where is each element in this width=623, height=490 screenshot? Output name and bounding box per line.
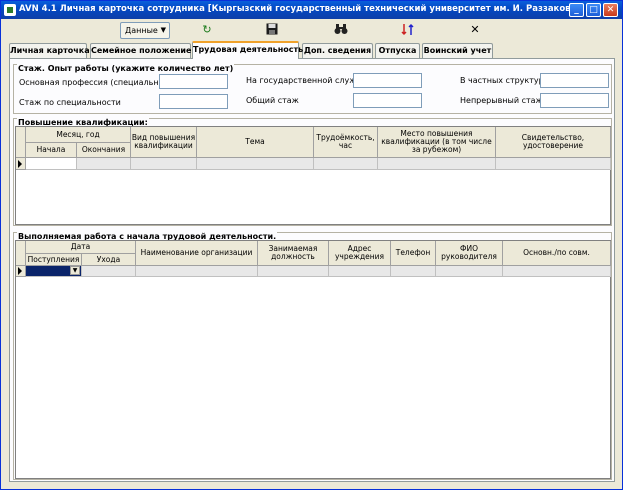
- continuous-experience-input[interactable]: [540, 93, 609, 108]
- grid-cell[interactable]: [82, 266, 136, 277]
- header-date: Дата: [26, 241, 136, 254]
- header-certificate[interactable]: Свидетельство, удостоверение: [496, 127, 611, 158]
- grid-cell[interactable]: [131, 158, 197, 170]
- grid-corner: [16, 241, 26, 266]
- application-window: AVN 4.1 Личная карточка сотрудника [Кырг…: [0, 0, 623, 490]
- state-service-input[interactable]: [353, 73, 422, 88]
- header-end[interactable]: Окончания: [77, 143, 131, 158]
- grid-cell[interactable]: [329, 266, 391, 277]
- header-month-year: Месяц, год: [26, 127, 131, 143]
- tab-personal-card[interactable]: Личная карточка: [9, 43, 90, 58]
- hire-date-combo[interactable]: ▼: [26, 266, 82, 277]
- app-icon: [4, 4, 16, 16]
- grid-cell[interactable]: [136, 266, 258, 277]
- maximize-button[interactable]: □: [586, 3, 601, 17]
- binoculars-icon[interactable]: [334, 23, 348, 37]
- tab-panel: Стаж. Опыт работы (укажите количество ле…: [9, 58, 615, 482]
- header-hours[interactable]: Трудоёмкость, час: [314, 127, 378, 158]
- data-menu-label: Данные: [125, 26, 158, 35]
- grid-cell[interactable]: [26, 158, 77, 170]
- header-hire-date[interactable]: Поступления: [26, 254, 82, 266]
- save-icon[interactable]: [265, 23, 279, 37]
- grid-corner: [16, 127, 26, 158]
- qualification-grid[interactable]: Месяц, год Начала Окончания Вид повышени…: [15, 126, 611, 225]
- current-row-icon: [18, 267, 22, 275]
- experience-group-title: Стаж. Опыт работы (укажите количество ле…: [17, 64, 235, 73]
- grid-cell[interactable]: [258, 266, 329, 277]
- row-indicator[interactable]: [16, 158, 26, 170]
- work-history-group: Выполняемая работа с начала трудовой дея…: [13, 232, 612, 480]
- main-profession-label: Основная профессия (специальность): [19, 78, 181, 87]
- header-leave-date[interactable]: Ухода: [82, 254, 136, 266]
- grid-cell[interactable]: [77, 158, 131, 170]
- main-profession-input[interactable]: [159, 74, 228, 89]
- work-history-grid[interactable]: Дата Поступления Ухода Наименование орга…: [15, 240, 611, 479]
- row-indicator[interactable]: [16, 266, 26, 277]
- total-experience-input[interactable]: [353, 93, 422, 108]
- toolbar: Данные ▼ ↻ ✕: [3, 20, 620, 42]
- grid-cell[interactable]: [314, 158, 378, 170]
- grid-cell[interactable]: [378, 158, 496, 170]
- header-organization[interactable]: Наименование организации: [136, 241, 258, 266]
- title-bar[interactable]: AVN 4.1 Личная карточка сотрудника [Кырг…: [1, 1, 622, 19]
- continuous-experience-label: Непрерывный стаж: [460, 96, 543, 105]
- specialty-label: Стаж по специальности: [19, 98, 121, 107]
- window-title: AVN 4.1 Личная карточка сотрудника [Кырг…: [19, 4, 581, 14]
- grid-cell[interactable]: [503, 266, 611, 277]
- state-service-label: На государственной службе: [246, 76, 367, 85]
- specialty-input[interactable]: [159, 94, 228, 109]
- sort-icon[interactable]: [401, 23, 415, 37]
- header-start[interactable]: Начала: [26, 143, 77, 158]
- chevron-down-icon: ▼: [160, 26, 166, 34]
- header-address[interactable]: Адрес учреждения: [329, 241, 391, 266]
- grid-cell[interactable]: [197, 158, 314, 170]
- header-head-name[interactable]: ФИО руководителя: [436, 241, 503, 266]
- header-main-or-parttime[interactable]: Основн./по совм.: [503, 241, 611, 266]
- qualification-group: Повышение квалификации: Месяц, год Начал…: [13, 118, 612, 226]
- tab-family-status[interactable]: Семейное положение: [90, 43, 191, 58]
- private-sector-input[interactable]: [540, 73, 609, 88]
- data-menu-button[interactable]: Данные ▼: [120, 22, 170, 39]
- current-row-icon: [18, 160, 22, 168]
- grid-cell[interactable]: [391, 266, 436, 277]
- grid-cell[interactable]: [436, 266, 503, 277]
- tab-vacations[interactable]: Отпуска: [375, 43, 420, 58]
- close-icon[interactable]: ✕: [468, 23, 482, 37]
- tab-work-activity[interactable]: Трудовая деятельность: [192, 41, 303, 59]
- experience-group: Стаж. Опыт работы (укажите количество ле…: [13, 64, 612, 114]
- tab-military-record[interactable]: Воинский учет: [422, 43, 493, 58]
- grid-cell[interactable]: [496, 158, 611, 170]
- header-type[interactable]: Вид повышения квалификации: [131, 127, 197, 158]
- chevron-down-icon[interactable]: ▼: [70, 266, 80, 275]
- header-place[interactable]: Место повышения квалификации (в том числ…: [378, 127, 496, 158]
- header-phone[interactable]: Телефон: [391, 241, 436, 266]
- close-window-button[interactable]: ✕: [603, 3, 618, 17]
- total-experience-label: Общий стаж: [246, 96, 299, 105]
- refresh-icon[interactable]: ↻: [200, 23, 214, 37]
- tab-additional-info[interactable]: Доп. сведения: [302, 43, 373, 58]
- minimize-button[interactable]: _: [569, 3, 584, 17]
- header-position[interactable]: Занимаемая должность: [258, 241, 329, 266]
- header-topic[interactable]: Тема: [197, 127, 314, 158]
